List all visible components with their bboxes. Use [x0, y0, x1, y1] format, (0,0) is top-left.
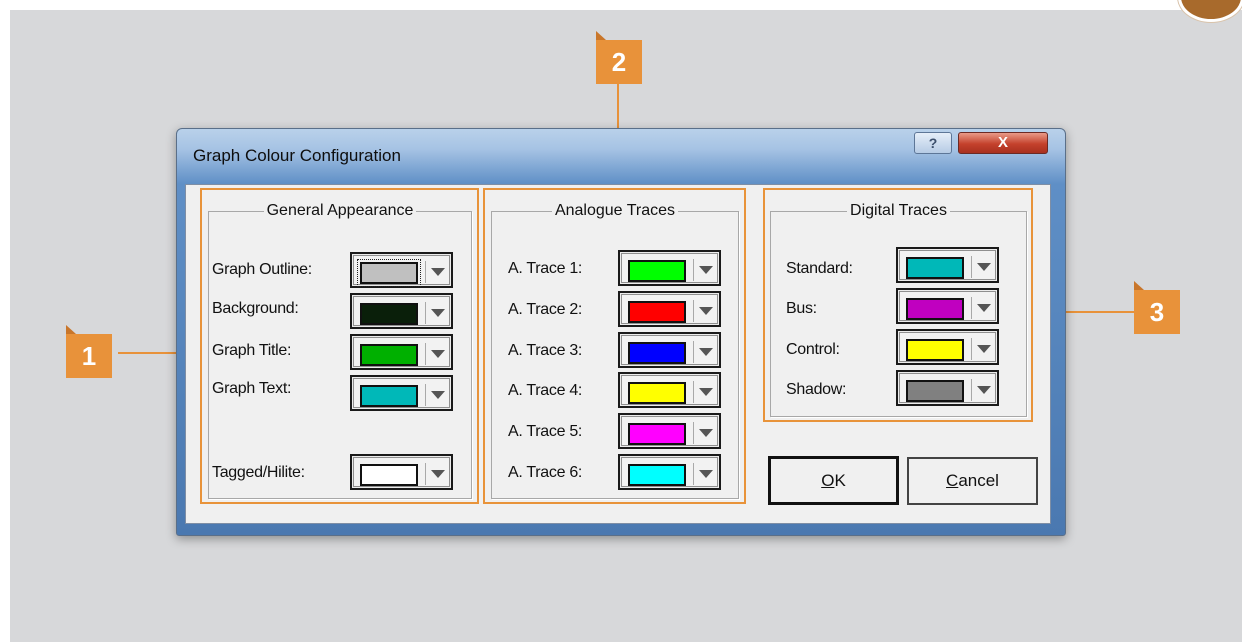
analogue-trace-2-colour-select[interactable]	[618, 291, 721, 327]
chevron-down-icon	[699, 429, 713, 437]
digital-control-colour-select[interactable]	[896, 329, 999, 365]
graph-text-swatch	[360, 385, 418, 407]
digital-bus-colour-select[interactable]	[896, 288, 999, 324]
chevron-down-icon	[699, 470, 713, 478]
analogue-trace-5-colour-select[interactable]	[618, 413, 721, 449]
analogue-trace-3-colour-select[interactable]	[618, 332, 721, 368]
analogue-trace-4-swatch	[628, 382, 686, 404]
help-button[interactable]: ?	[914, 132, 952, 154]
chevron-down-icon	[699, 307, 713, 315]
analogue-trace-6-label: A. Trace 6:	[508, 464, 583, 481]
graph-text-label: Graph Text:	[212, 380, 292, 397]
ok-button[interactable]: OK	[768, 456, 899, 505]
graph-text-colour-select[interactable]	[350, 375, 453, 411]
graph-outline-label: Graph Outline:	[212, 261, 312, 278]
cancel-button[interactable]: Cancel	[907, 457, 1038, 505]
background-label: Background:	[212, 300, 299, 317]
digital-standard-label: Standard:	[786, 260, 853, 277]
chevron-down-icon	[431, 309, 445, 317]
graph-title-label: Graph Title:	[212, 342, 292, 359]
chevron-down-icon	[699, 348, 713, 356]
digital-shadow-colour-select[interactable]	[896, 370, 999, 406]
analogue-trace-4-colour-select[interactable]	[618, 372, 721, 408]
graph-colour-dialog: Graph Colour Configuration ? X General A…	[176, 128, 1066, 536]
cancel-mnemonic: C	[946, 471, 959, 490]
digital-standard-colour-select[interactable]	[896, 247, 999, 283]
chevron-down-icon	[431, 268, 445, 276]
chevron-down-icon	[977, 263, 991, 271]
analogue-trace-5-label: A. Trace 5:	[508, 423, 583, 440]
close-button[interactable]: X	[958, 132, 1048, 154]
digital-shadow-label: Shadow:	[786, 381, 847, 398]
digital-control-label: Control:	[786, 341, 840, 358]
digital-bus-swatch	[906, 298, 964, 320]
digital-standard-swatch	[906, 257, 964, 279]
cancel-label-rest: ancel	[958, 471, 999, 490]
analogue-trace-6-colour-select[interactable]	[618, 454, 721, 490]
chevron-down-icon	[977, 345, 991, 353]
chevron-down-icon	[699, 266, 713, 274]
tagged-hilite-label: Tagged/Hilite:	[212, 464, 305, 481]
analogue-trace-1-label: A. Trace 1:	[508, 260, 583, 277]
tagged-hilite-swatch	[360, 464, 418, 486]
graph-title-colour-select[interactable]	[350, 334, 453, 370]
digital-control-swatch	[906, 339, 964, 361]
tagged-hilite-colour-select[interactable]	[350, 454, 453, 490]
graph-outline-swatch	[357, 259, 421, 287]
analogue-trace-6-swatch	[628, 464, 686, 486]
analogue-trace-2-label: A. Trace 2:	[508, 301, 583, 318]
analogue-trace-3-swatch	[628, 342, 686, 364]
analogue-trace-1-swatch	[628, 260, 686, 282]
chevron-down-icon	[431, 391, 445, 399]
analogue-trace-1-colour-select[interactable]	[618, 250, 721, 286]
analogue-trace-2-swatch	[628, 301, 686, 323]
analogue-trace-4-label: A. Trace 4:	[508, 382, 583, 399]
chevron-down-icon	[977, 304, 991, 312]
graph-outline-colour-select[interactable]	[350, 252, 453, 288]
chevron-down-icon	[431, 350, 445, 358]
background-colour-select[interactable]	[350, 293, 453, 329]
analogue-trace-3-label: A. Trace 3:	[508, 342, 583, 359]
callout-3-badge: 3	[1134, 281, 1180, 334]
background-swatch	[360, 303, 418, 325]
ok-mnemonic: O	[821, 471, 835, 490]
digital-shadow-swatch	[906, 380, 964, 402]
ok-label-rest: K	[834, 471, 846, 490]
chevron-down-icon	[977, 386, 991, 394]
graph-title-swatch	[360, 344, 418, 366]
chevron-down-icon	[699, 388, 713, 396]
digital-bus-label: Bus:	[786, 300, 817, 317]
callout-1-badge: 1	[66, 325, 112, 378]
callout-2-badge: 2	[596, 31, 642, 84]
analogue-trace-5-swatch	[628, 423, 686, 445]
dialog-title: Graph Colour Configuration	[193, 146, 401, 165]
dialog-client-area: General Appearance Graph Outline: Backgr…	[185, 184, 1051, 524]
chevron-down-icon	[431, 470, 445, 478]
